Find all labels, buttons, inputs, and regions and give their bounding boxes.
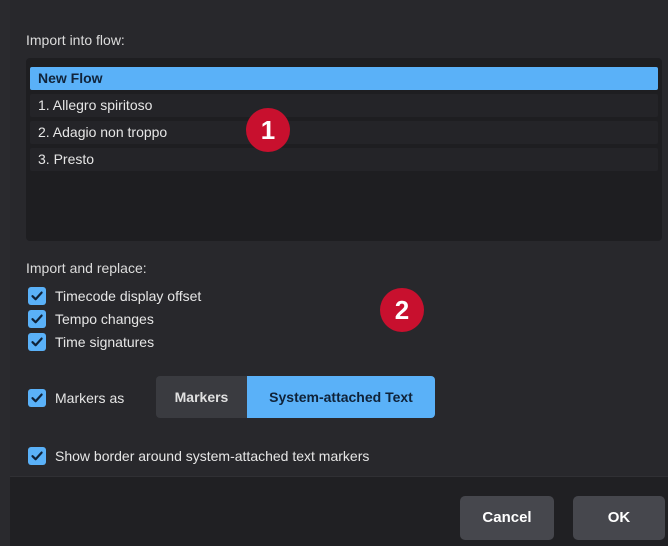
flow-list[interactable]: New Flow 1. Allegro spiritoso 2. Adagio … bbox=[26, 58, 662, 241]
system-attached-text-option-button[interactable]: System-attached Text bbox=[247, 376, 435, 418]
checkbox-checked-icon[interactable] bbox=[28, 447, 46, 465]
import-dialog: Import into flow: New Flow 1. Allegro sp… bbox=[10, 0, 668, 546]
markers-as-row[interactable]: Markers as bbox=[28, 388, 124, 408]
show-border-row[interactable]: Show border around system-attached text … bbox=[28, 446, 369, 466]
callout-badge-1: 1 bbox=[246, 108, 290, 152]
callout-badge-2: 2 bbox=[380, 288, 424, 332]
ok-button[interactable]: OK bbox=[573, 496, 665, 540]
import-into-flow-label: Import into flow: bbox=[26, 32, 125, 48]
checkbox-checked-icon[interactable] bbox=[28, 333, 46, 351]
tempo-changes-label: Tempo changes bbox=[55, 311, 154, 327]
markers-option-button[interactable]: Markers bbox=[156, 376, 247, 418]
import-and-replace-label: Import and replace: bbox=[26, 260, 147, 276]
timecode-offset-row[interactable]: Timecode display offset bbox=[28, 286, 201, 306]
flow-item-allegro-spiritoso[interactable]: 1. Allegro spiritoso bbox=[30, 94, 658, 117]
checkbox-checked-icon[interactable] bbox=[28, 310, 46, 328]
time-signatures-label: Time signatures bbox=[55, 334, 155, 350]
cancel-button[interactable]: Cancel bbox=[460, 496, 554, 540]
flow-item-adagio-non-troppo[interactable]: 2. Adagio non troppo bbox=[30, 121, 658, 144]
dialog-footer bbox=[10, 476, 668, 546]
tempo-changes-row[interactable]: Tempo changes bbox=[28, 309, 154, 329]
checkbox-checked-icon[interactable] bbox=[28, 389, 46, 407]
show-border-label: Show border around system-attached text … bbox=[55, 448, 370, 464]
markers-as-segmented-control[interactable]: Markers System-attached Text bbox=[156, 376, 435, 418]
checkbox-checked-icon[interactable] bbox=[28, 287, 46, 305]
time-signatures-row[interactable]: Time signatures bbox=[28, 332, 154, 352]
timecode-offset-label: Timecode display offset bbox=[55, 288, 202, 304]
flow-item-new-flow[interactable]: New Flow bbox=[30, 67, 658, 90]
flow-item-presto[interactable]: 3. Presto bbox=[30, 148, 658, 171]
markers-as-label: Markers as bbox=[55, 390, 125, 406]
